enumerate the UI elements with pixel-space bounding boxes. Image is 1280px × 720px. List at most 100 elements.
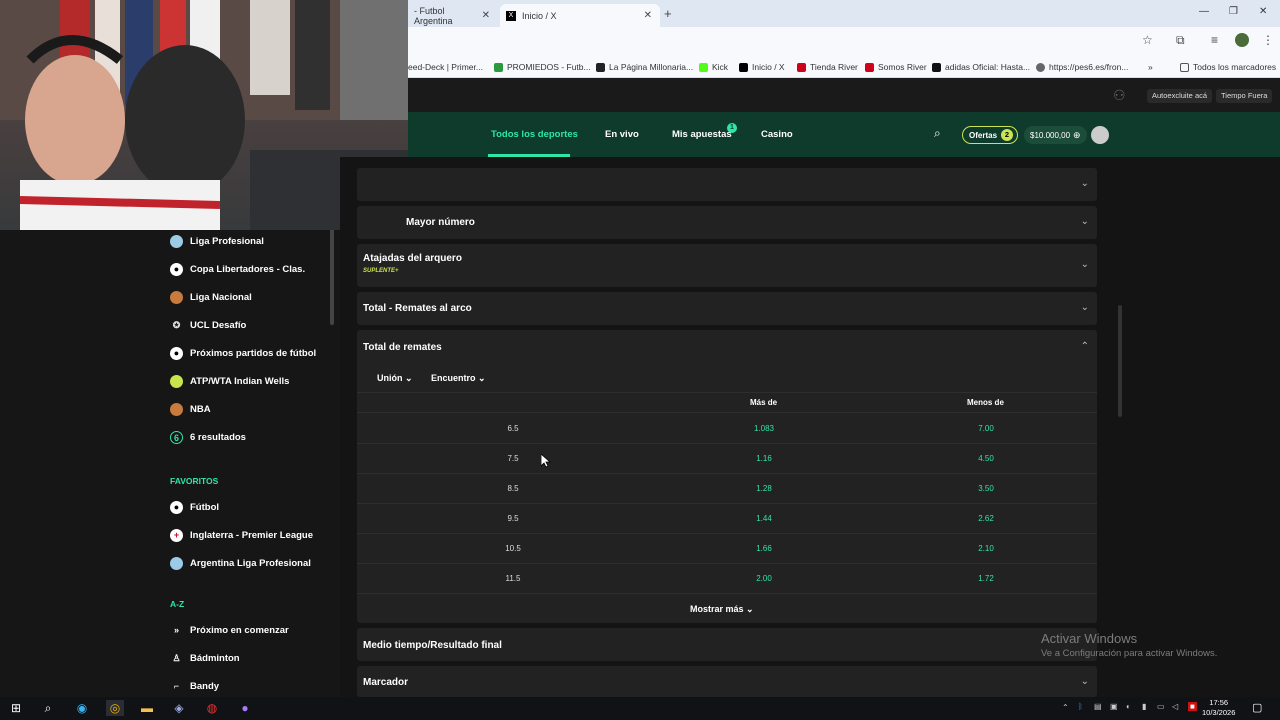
tray-app-icon[interactable]: ◐ [1126,702,1131,711]
kick-icon [699,62,708,72]
bookmark-item[interactable]: https://pes6.es/fron... [1036,62,1128,72]
sidebar-item-6-resultados[interactable]: 66 resultados [170,429,246,445]
odds-under[interactable]: 4.50 [956,454,1016,463]
nav-casino[interactable]: Casino [761,129,793,140]
tab-inicio-x[interactable]: X Inicio / X ✕ [500,4,660,27]
chrome-icon[interactable]: ◎ [106,700,124,716]
market-card-medio-tiempo[interactable]: Medio tiempo/Resultado final [357,628,1097,661]
bookmarks-more-button[interactable]: » [1148,62,1153,72]
network-icon[interactable]: ▭ [1157,702,1165,711]
bookmark-item[interactable]: La Página Millonaria... [596,62,693,72]
tray-app-icon[interactable]: ▣ [1110,702,1118,711]
divider [357,533,1097,534]
autoexclusion-link[interactable]: Autoexcluite acá [1147,89,1213,103]
sidebar-item-liga-profesional[interactable]: Liga Profesional [170,233,264,249]
sidebar-item-badminton[interactable]: ♙ Bádminton [170,650,239,666]
chevron-down-icon[interactable]: ⌄ [1081,178,1089,189]
nav-all-sports[interactable]: Todos los deportes [491,129,578,140]
all-bookmarks-folder[interactable]: Todos los marcadores [1180,62,1276,72]
bookmark-item[interactable]: Somos River [865,62,927,72]
restore-button[interactable]: ❐ [1229,6,1238,17]
market-card-mayor-numero[interactable]: Mayor número ⌄ [357,206,1097,239]
new-tab-button[interactable]: + [664,6,672,21]
sidebar-item-proximos-partidos[interactable]: ● Próximos partidos de fútbol [170,345,316,361]
bookmark-item[interactable]: PROMIEDOS - Futb... [494,62,591,72]
bluetooth-icon[interactable]: ᛒ [1078,702,1083,711]
close-window-button[interactable]: ✕ [1259,6,1267,17]
minimize-button[interactable]: — [1199,6,1209,17]
odds-under[interactable]: 1.72 [956,574,1016,583]
steam-icon[interactable]: ◈ [170,700,188,716]
market-card-atajadas[interactable]: Atajadas del arquero SUPLENTE+ ⌄ [357,244,1097,287]
app-icon[interactable]: ● [236,700,254,716]
filter-union-dropdown[interactable]: Unión ⌄ [377,373,413,384]
media-icon[interactable]: ≡ [1211,33,1218,47]
nav-live[interactable]: En vivo [605,129,639,140]
sidebar-item-bandy[interactable]: ⌐ Bandy [170,678,219,694]
sidebar-item-atp-wta[interactable]: ATP/WTA Indian Wells [170,373,289,389]
bookmark-item[interactable]: eed-Deck | Primer... [408,62,483,72]
odds-over[interactable]: 1.16 [734,454,794,463]
odds-over[interactable]: 1.66 [734,544,794,553]
odds-over[interactable]: 1.28 [734,484,794,493]
market-card-remates-arco[interactable]: Total - Remates al arco ⌄ [357,292,1097,325]
edge-icon[interactable]: ◉ [73,700,91,716]
close-tab-icon[interactable]: ✕ [482,10,490,21]
volume-icon[interactable]: ◁ [1172,702,1178,711]
tray-app-icon[interactable]: ▤ [1094,702,1102,711]
promiedos-icon [494,62,503,72]
bookmark-item[interactable]: Kick [699,62,728,72]
close-tab-icon[interactable]: ✕ [644,10,652,21]
chevron-up-icon[interactable]: ⌃ [1081,341,1089,352]
tiempo-fuera-link[interactable]: Tiempo Fuera [1216,89,1273,103]
tray-chevron-icon[interactable]: ⌃ [1062,703,1069,712]
market-card-marcador[interactable]: Marcador ⌄ [357,666,1097,697]
odds-under[interactable]: 7.00 [956,424,1016,433]
show-more-button[interactable]: Mostrar más ⌄ [690,604,754,615]
odds-under[interactable]: 2.62 [956,514,1016,523]
odds-over[interactable]: 1.083 [734,424,794,433]
odds-over[interactable]: 1.44 [734,514,794,523]
sidebar-item-nba[interactable]: NBA [170,401,211,417]
profile-avatar[interactable] [1235,33,1249,47]
balance-button[interactable]: $10.000,00 ⊕ [1024,126,1087,144]
sidebar-item-liga-nacional[interactable]: Liga Nacional [170,289,252,305]
tennis-ball-icon [170,374,183,388]
odds-under[interactable]: 2.10 [956,544,1016,553]
nav-my-bets[interactable]: Mis apuestas [672,129,732,140]
chevron-down-icon[interactable]: ⌄ [1081,676,1089,687]
search-icon[interactable]: ⌕ [934,126,941,141]
chevron-down-icon[interactable]: ⌄ [1081,216,1089,227]
ofertas-button[interactable]: Ofertas 2 [962,126,1019,144]
bookmark-item[interactable]: adidas Oficial: Hasta... [932,62,1030,72]
extensions-icon[interactable]: ⧉ [1176,33,1185,48]
language-icon[interactable]: ■ [1188,702,1197,711]
menu-icon[interactable]: ⋮ [1262,33,1274,47]
search-icon[interactable]: ⌕ [39,700,57,716]
star-icon[interactable]: ☆ [1142,33,1153,47]
sidebar-item-premier-league[interactable]: + Inglaterra - Premier League [170,527,313,543]
chevron-down-icon[interactable]: ⌄ [1081,259,1089,270]
notifications-icon[interactable]: ▢ [1252,701,1262,714]
sidebar-item-ucl-desafio[interactable]: ✪ UCL Desafío [170,317,247,333]
market-card-collapsed[interactable]: ⌄ [357,168,1097,201]
obs-icon[interactable]: ◍ [203,700,221,716]
windows-start-icon[interactable]: ⊞ [7,700,25,716]
filter-encuentro-dropdown[interactable]: Encuentro ⌄ [431,373,486,384]
user-avatar-icon[interactable] [1091,126,1109,144]
bookmark-item[interactable]: Tienda River [797,62,858,72]
sidebar-item-proximo[interactable]: » Próximo en comenzar [170,622,289,638]
odds-over[interactable]: 2.00 [734,574,794,583]
bookmark-item[interactable]: Inicio / X [739,62,785,72]
taskbar-clock[interactable]: 17:56 10/3/2026 [1202,698,1235,718]
sidebar-scrollbar[interactable] [330,215,334,325]
sidebar-item-futbol[interactable]: ● Fútbol [170,499,219,515]
sidebar-item-argentina-liga[interactable]: Argentina Liga Profesional [170,555,311,571]
microphone-icon[interactable]: ▮ [1142,702,1146,711]
page-scrollbar[interactable] [1118,305,1122,417]
file-explorer-icon[interactable]: ▬ [138,700,156,716]
odds-under[interactable]: 3.50 [956,484,1016,493]
sidebar-item-copa-libertadores[interactable]: ● Copa Libertadores - Clas. [170,261,305,277]
tab-futbol-argentina[interactable]: - Futbol Argentina ✕ [408,4,498,27]
chevron-down-icon[interactable]: ⌄ [1081,302,1089,313]
